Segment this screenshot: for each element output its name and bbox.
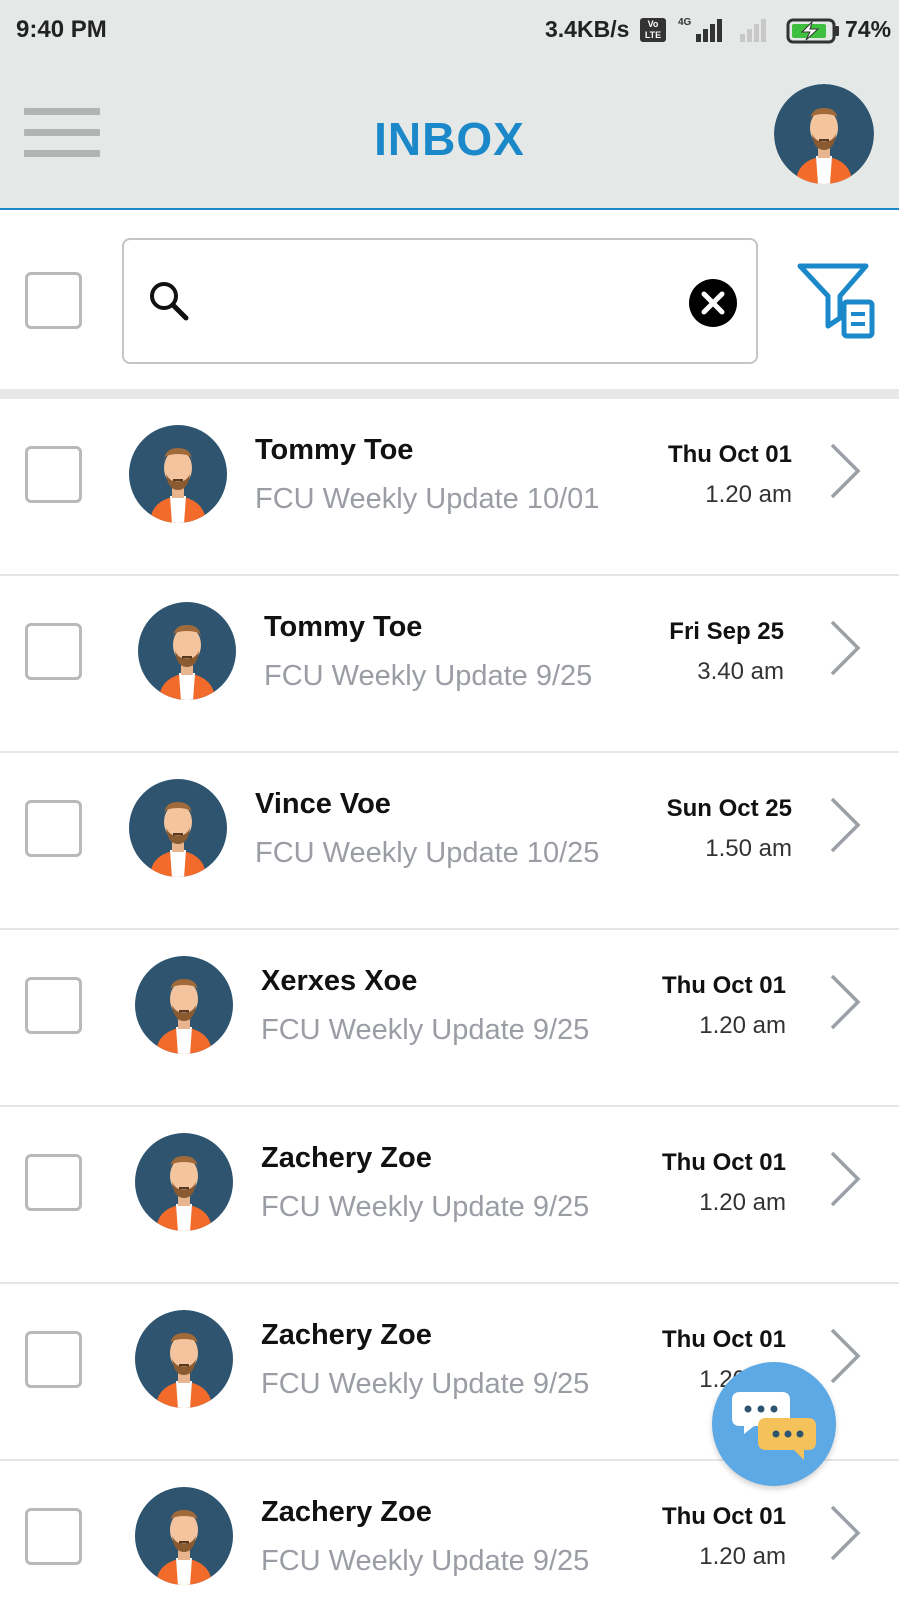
row-checkbox[interactable]: [25, 623, 82, 680]
signal-4g-icon: 4G: [678, 17, 722, 42]
message-time: 3.40 am: [697, 658, 784, 685]
chevron-right-icon[interactable]: [826, 1326, 862, 1386]
message-time: 1.50 am: [705, 835, 792, 862]
search-input[interactable]: [204, 270, 664, 330]
message-time: 1.20 am: [699, 1012, 786, 1039]
row-checkbox[interactable]: [25, 977, 82, 1034]
message-date: Thu Oct 01: [661, 972, 786, 999]
status-bar: 9:40 PM 3.4KB/s Vo LTE 4G 74%: [0, 0, 899, 60]
chevron-right-icon[interactable]: [826, 795, 862, 855]
message-time: 1.20 am: [699, 1543, 786, 1570]
message-subject: FCU Weekly Update 10/01: [255, 483, 600, 515]
sender-name: Zachery Zoe: [261, 1142, 432, 1174]
row-checkbox[interactable]: [25, 446, 82, 503]
list-item[interactable]: Tommy Toe FCU Weekly Update 9/25 Fri Sep…: [0, 576, 899, 753]
sender-avatar: [137, 601, 237, 701]
message-subject: FCU Weekly Update 10/25: [255, 837, 600, 869]
message-date: Sun Oct 25: [666, 795, 792, 822]
filter-icon[interactable]: [796, 262, 876, 340]
list-item[interactable]: Tommy Toe FCU Weekly Update 10/01 Thu Oc…: [0, 399, 899, 576]
list-item[interactable]: Vince Voe FCU Weekly Update 10/25 Sun Oc…: [0, 753, 899, 930]
search-icon: [150, 282, 189, 321]
sender-name: Xerxes Xoe: [261, 965, 418, 997]
sender-avatar: [128, 778, 228, 878]
message-subject: FCU Weekly Update 9/25: [261, 1545, 590, 1577]
chevron-right-icon[interactable]: [826, 1149, 862, 1209]
sender-avatar: [134, 1132, 234, 1232]
message-date: Fri Sep 25: [669, 618, 784, 645]
battery-charging-icon: [786, 18, 839, 44]
chevron-right-icon[interactable]: [826, 441, 862, 501]
select-all-checkbox[interactable]: [25, 272, 82, 329]
status-network-speed: 3.4KB/s: [545, 16, 630, 42]
row-checkbox[interactable]: [25, 1331, 82, 1388]
page-title: INBOX: [374, 113, 525, 165]
sender-name: Zachery Zoe: [261, 1319, 432, 1351]
network-type-label: 4G: [678, 17, 692, 28]
clear-icon[interactable]: [688, 278, 738, 328]
message-date: Thu Oct 01: [661, 1326, 786, 1353]
sender-name: Vince Voe: [255, 788, 391, 820]
chevron-right-icon[interactable]: [826, 618, 862, 678]
app-header: INBOX: [0, 60, 899, 210]
sender-avatar: [134, 1309, 234, 1409]
message-date: Thu Oct 01: [661, 1503, 786, 1530]
sender-avatar: [134, 955, 234, 1055]
message-time: 1.20 am: [705, 481, 792, 508]
message-subject: FCU Weekly Update 9/25: [261, 1191, 590, 1223]
battery-percent: 74%: [845, 16, 892, 42]
section-divider: [0, 389, 899, 399]
sender-name: Zachery Zoe: [261, 1496, 432, 1528]
sender-avatar: [134, 1486, 234, 1586]
chat-bubbles-icon: [732, 1392, 816, 1460]
message-date: Thu Oct 01: [661, 1149, 786, 1176]
message-subject: FCU Weekly Update 9/25: [261, 1014, 590, 1046]
list-item[interactable]: Zachery Zoe FCU Weekly Update 9/25 Thu O…: [0, 1107, 899, 1284]
message-subject: FCU Weekly Update 9/25: [264, 660, 593, 692]
chevron-right-icon[interactable]: [826, 972, 862, 1032]
search-box: [122, 238, 758, 364]
sender-name: Tommy Toe: [264, 611, 423, 643]
message-time: 1.20 am: [699, 1189, 786, 1216]
sender-name: Tommy Toe: [255, 434, 414, 466]
profile-avatar[interactable]: [774, 84, 874, 184]
message-date: Thu Oct 01: [667, 441, 792, 468]
chat-button[interactable]: [712, 1362, 836, 1486]
signal-weak-icon: [740, 19, 766, 42]
row-checkbox[interactable]: [25, 800, 82, 857]
list-item[interactable]: Xerxes Xoe FCU Weekly Update 9/25 Thu Oc…: [0, 930, 899, 1107]
row-checkbox[interactable]: [25, 1154, 82, 1211]
message-subject: FCU Weekly Update 9/25: [261, 1368, 590, 1400]
sender-avatar: [128, 424, 228, 524]
volte-icon: Vo LTE: [640, 18, 666, 42]
row-checkbox[interactable]: [25, 1508, 82, 1565]
status-time: 9:40 PM: [16, 16, 107, 43]
chevron-right-icon[interactable]: [826, 1503, 862, 1563]
